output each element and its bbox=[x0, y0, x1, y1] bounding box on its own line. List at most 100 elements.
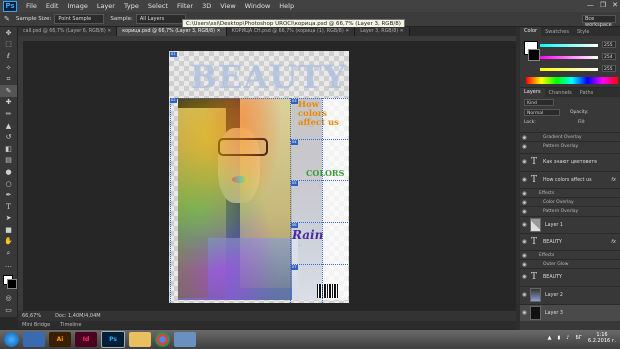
slice-tag[interactable]: 04 bbox=[291, 140, 298, 145]
sample-select[interactable]: All Layers bbox=[135, 14, 186, 24]
eye-icon[interactable]: ◉ bbox=[520, 191, 529, 197]
network-icon[interactable]: ▮ bbox=[557, 335, 560, 341]
tab-layers[interactable]: Layers bbox=[520, 88, 545, 97]
layer-effect-row[interactable]: ◉ Pattern Overlay bbox=[520, 141, 620, 151]
stamp-tool-icon[interactable]: ▲ bbox=[0, 120, 17, 132]
eyedropper-tool-icon[interactable]: ✎ bbox=[4, 15, 10, 23]
tab-layer3[interactable]: Layer 3, RGB/8) ✕ bbox=[355, 27, 410, 36]
dodge-tool-icon[interactable]: ○ bbox=[0, 178, 17, 190]
background-color-swatch[interactable] bbox=[528, 49, 540, 61]
filter-kind-select[interactable]: Kind bbox=[524, 99, 554, 106]
slice-tag[interactable]: 05 bbox=[291, 181, 298, 186]
photoshop-taskbar-icon[interactable]: Ps bbox=[101, 331, 125, 348]
illustrator-icon[interactable]: Ai bbox=[49, 332, 71, 347]
history-brush-icon[interactable]: ↺ bbox=[0, 131, 17, 143]
fx-icon[interactable]: fx bbox=[611, 239, 616, 245]
window-thumbnail-icon[interactable] bbox=[174, 332, 196, 347]
sample-size-select[interactable]: Point Sample bbox=[54, 14, 105, 24]
color-swatches-icon[interactable] bbox=[0, 270, 17, 292]
layer-effect-row[interactable]: ◉ Pattern Overlay bbox=[520, 206, 620, 216]
tab-timeline[interactable]: Timeline bbox=[60, 322, 81, 328]
eye-icon[interactable]: ◉ bbox=[520, 310, 529, 316]
blue-slider[interactable] bbox=[540, 68, 598, 71]
menu-filter[interactable]: Filter bbox=[177, 2, 193, 10]
screen-mode-icon[interactable]: ▭ bbox=[0, 304, 17, 316]
path-select-icon[interactable]: ➤ bbox=[0, 213, 17, 225]
lasso-tool-icon[interactable]: ℓ bbox=[0, 50, 17, 62]
layer-row[interactable]: ◉ Layer 1 bbox=[520, 216, 620, 233]
tray-arrow-icon[interactable]: ▲ bbox=[548, 335, 552, 341]
menu-layer[interactable]: Layer bbox=[97, 2, 115, 10]
shape-tool-icon[interactable]: ■ bbox=[0, 224, 17, 236]
eye-icon[interactable]: ◉ bbox=[520, 159, 529, 165]
healing-brush-icon[interactable]: ✚ bbox=[0, 97, 17, 109]
gradient-tool-icon[interactable]: ▤ bbox=[0, 155, 17, 167]
eye-icon[interactable]: ◉ bbox=[520, 177, 529, 183]
blue-value[interactable]: 255 bbox=[602, 65, 616, 72]
tab-styles[interactable]: Style bbox=[573, 29, 594, 35]
eye-icon[interactable]: ◉ bbox=[520, 262, 529, 268]
folder-icon[interactable] bbox=[129, 332, 151, 347]
horizontal-ruler[interactable] bbox=[18, 36, 516, 41]
explorer-icon[interactable] bbox=[23, 332, 45, 347]
slice-tag[interactable]: 01 bbox=[170, 52, 177, 57]
volume-icon[interactable]: ♪ bbox=[566, 335, 569, 341]
blur-tool-icon[interactable]: ● bbox=[0, 166, 17, 178]
tab-mini-bridge[interactable]: Mini Bridge bbox=[22, 322, 50, 328]
menu-type[interactable]: Type bbox=[124, 2, 139, 10]
crop-tool-icon[interactable]: ⌗ bbox=[0, 73, 17, 85]
fx-icon[interactable]: fx bbox=[611, 177, 616, 183]
type-tool-icon[interactable]: T bbox=[0, 201, 17, 213]
slice-tag[interactable]: 03 bbox=[291, 99, 298, 104]
eye-icon[interactable]: ◉ bbox=[520, 209, 529, 215]
eye-icon[interactable]: ◉ bbox=[520, 239, 529, 245]
zoom-tool-icon[interactable]: ⌕ bbox=[0, 247, 17, 259]
move-tool-icon[interactable]: ✥ bbox=[0, 27, 17, 39]
marquee-tool-icon[interactable]: ⬚ bbox=[0, 39, 17, 51]
close-button[interactable]: ✕ bbox=[612, 1, 618, 9]
start-button-icon[interactable] bbox=[4, 332, 19, 347]
slice-tag[interactable]: 07 bbox=[291, 265, 298, 270]
layer-row-selected[interactable]: ◉ Layer 3 bbox=[520, 304, 620, 321]
menu-select[interactable]: Select bbox=[148, 2, 168, 10]
chrome-icon[interactable] bbox=[155, 332, 170, 347]
tab-color[interactable]: Color bbox=[520, 27, 542, 36]
slice-tag[interactable]: 02 bbox=[170, 98, 177, 103]
eye-icon[interactable]: ◉ bbox=[520, 292, 529, 298]
blend-mode-select[interactable]: Normal bbox=[524, 109, 560, 116]
tab-korica[interactable]: корица.psd @ 66,7% (Layer 3, RGB/8) ✕ bbox=[117, 27, 227, 36]
indesign-icon[interactable]: Id bbox=[75, 332, 97, 347]
workspace-select[interactable]: Все workspace bbox=[582, 15, 616, 28]
pen-tool-icon[interactable]: ✒ bbox=[0, 189, 17, 201]
eyedropper-icon[interactable]: ✎ bbox=[0, 84, 17, 97]
layer-row[interactable]: ◉ T BEAUTY fx bbox=[520, 233, 620, 250]
clock[interactable]: 1:16 6.2.2016 г. bbox=[588, 332, 616, 344]
layer-row[interactable]: ◉ T How colors affect us fx bbox=[520, 171, 620, 188]
vertical-ruler[interactable] bbox=[18, 36, 23, 311]
menu-view[interactable]: View bbox=[220, 2, 235, 10]
tab-call[interactable]: call.psd @ 66,7% (Layer 6, RGB/8) ✕ bbox=[18, 27, 118, 36]
menu-help[interactable]: Help bbox=[279, 2, 294, 10]
eye-icon[interactable]: ◉ bbox=[520, 274, 529, 280]
menu-image[interactable]: Image bbox=[67, 2, 87, 10]
eye-icon[interactable]: ◉ bbox=[520, 135, 529, 141]
green-slider[interactable] bbox=[540, 56, 598, 59]
more-tools-icon[interactable]: … bbox=[0, 259, 17, 271]
brush-tool-icon[interactable]: ✏ bbox=[0, 108, 17, 120]
menu-window[interactable]: Window bbox=[245, 2, 271, 10]
hand-tool-icon[interactable]: ✋ bbox=[0, 236, 17, 248]
eye-icon[interactable]: ◉ bbox=[520, 200, 529, 206]
eye-icon[interactable]: ◉ bbox=[520, 253, 529, 259]
quick-select-tool-icon[interactable]: ✧ bbox=[0, 62, 17, 74]
maximize-button[interactable]: ❐ bbox=[600, 1, 606, 9]
red-slider[interactable] bbox=[540, 44, 598, 47]
tab-channels[interactable]: Channels bbox=[545, 90, 576, 96]
tab-korica-sn[interactable]: КОРИЦА СН.psd @ 66,7% (корица (1), RGB/8… bbox=[226, 27, 356, 36]
tab-swatches[interactable]: Swatches bbox=[541, 29, 573, 35]
menu-file[interactable]: File bbox=[26, 2, 37, 10]
eye-icon[interactable]: ◉ bbox=[520, 144, 529, 150]
tab-paths[interactable]: Paths bbox=[576, 90, 598, 96]
red-value[interactable]: 255 bbox=[602, 41, 616, 48]
layer-row[interactable]: ◉ T Как знают цветовете bbox=[520, 153, 620, 170]
layer-row[interactable]: ◉ T BEAUTY bbox=[520, 268, 620, 285]
